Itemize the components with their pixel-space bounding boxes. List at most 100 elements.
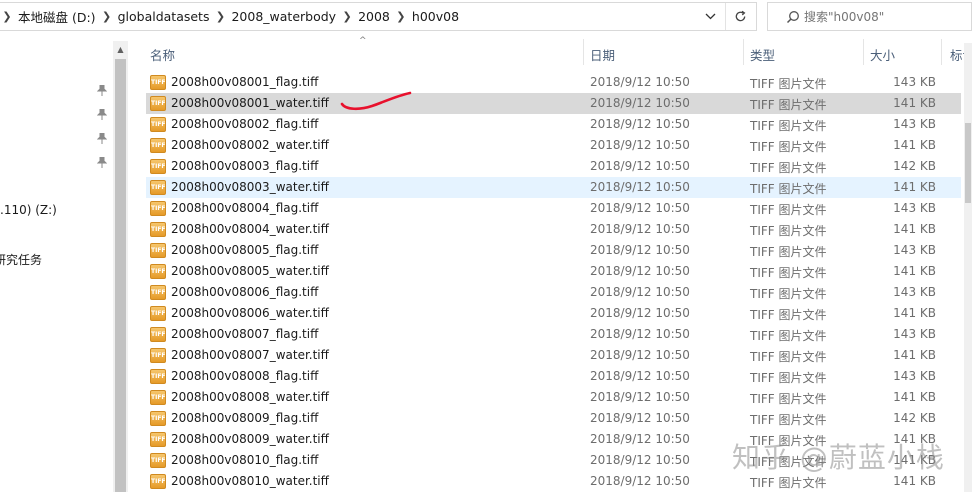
file-size: 141 KB: [893, 180, 936, 194]
file-row[interactable]: TIFF 2008h00v08003_water.tiff 2018/9/12 10…: [146, 177, 961, 198]
file-list-scrollbar-thumb[interactable]: [965, 123, 971, 203]
file-name: 2008h00v08003_flag.tiff: [171, 159, 319, 173]
nav-item-network-drive[interactable]: .110) (Z:): [0, 203, 57, 217]
file-size: 141 KB: [893, 306, 936, 320]
column-header-type[interactable]: 类型: [750, 45, 775, 64]
column-header: ^ 名称 日期 类型 大小 标记: [128, 33, 972, 71]
file-name: 2008h00v08006_flag.tiff: [171, 285, 319, 299]
pin-icon[interactable]: [96, 84, 109, 97]
file-name: 2008h00v08002_water.tiff: [171, 138, 329, 152]
file-row[interactable]: TIFF 2008h00v08008_water.tiff 2018/9/12 10…: [146, 387, 961, 408]
file-date: 2018/9/12 10:50: [590, 432, 690, 446]
file-size: 142 KB: [893, 411, 936, 425]
file-row[interactable]: TIFF 2008h00v08001_water.tiff 2018/9/12 10…: [146, 93, 961, 114]
file-name: 2008h00v08010_flag.tiff: [171, 453, 319, 467]
file-size: 141 KB: [893, 222, 936, 236]
chevron-right-icon[interactable]: ❯: [100, 10, 114, 23]
file-size: 141 KB: [893, 390, 936, 404]
file-row[interactable]: TIFF 2008h00v08009_flag.tiff 2018/9/12 10:…: [146, 408, 961, 429]
nav-scrollbar-thumb[interactable]: [115, 59, 126, 492]
column-divider[interactable]: [941, 39, 942, 65]
tiff-file-icon: TIFF: [150, 369, 166, 384]
column-header-date[interactable]: 日期: [590, 45, 615, 64]
file-row[interactable]: TIFF 2008h00v08008_flag.tiff 2018/9/12 10:…: [146, 366, 961, 387]
tiff-file-icon: TIFF: [150, 411, 166, 426]
file-row[interactable]: TIFF 2008h00v08003_flag.tiff 2018/9/12 10:…: [146, 156, 961, 177]
file-size: 143 KB: [893, 327, 936, 341]
chevron-right-icon[interactable]: ❯: [213, 10, 227, 23]
breadcrumb-item-drive[interactable]: 本地磁盘 (D:): [14, 7, 100, 26]
tiff-file-icon: TIFF: [150, 75, 166, 90]
file-row[interactable]: TIFF 2008h00v08001_flag.tiff 2018/9/12 10:…: [146, 72, 961, 93]
address-bar[interactable]: ❯ 本地磁盘 (D:) ❯ globaldatasets ❯ 2008_wate…: [0, 2, 757, 31]
column-divider[interactable]: [583, 39, 584, 65]
file-name: 2008h00v08001_water.tiff: [171, 96, 329, 110]
tiff-file-icon: TIFF: [150, 285, 166, 300]
file-row[interactable]: TIFF 2008h00v08002_flag.tiff 2018/9/12 10:…: [146, 114, 961, 135]
file-type: TIFF 图片文件: [750, 161, 827, 175]
pin-icon[interactable]: [96, 108, 109, 121]
file-date: 2018/9/12 10:50: [590, 264, 690, 278]
search-icon: [786, 10, 799, 23]
column-divider[interactable]: [863, 39, 864, 65]
file-row[interactable]: TIFF 2008h00v08005_flag.tiff 2018/9/12 10:…: [146, 240, 961, 261]
column-header-size[interactable]: 大小: [870, 45, 895, 64]
pin-icon[interactable]: [96, 156, 109, 169]
file-type: TIFF 图片文件: [750, 350, 827, 364]
file-type: TIFF 图片文件: [750, 308, 827, 322]
file-date: 2018/9/12 10:50: [590, 159, 690, 173]
file-row[interactable]: TIFF 2008h00v08007_flag.tiff 2018/9/12 10:…: [146, 324, 961, 345]
breadcrumb-root: ❯: [0, 3, 14, 30]
file-date: 2018/9/12 10:50: [590, 117, 690, 131]
file-row[interactable]: TIFF 2008h00v08006_water.tiff 2018/9/12 10…: [146, 303, 961, 324]
file-type: TIFF 图片文件: [750, 371, 827, 385]
pin-icon[interactable]: [96, 132, 109, 145]
file-type: TIFF 图片文件: [750, 329, 827, 343]
breadcrumb-item-waterbody[interactable]: 2008_waterbody: [227, 9, 340, 24]
breadcrumb-item-current[interactable]: h00v08: [408, 9, 463, 24]
address-history-button[interactable]: [698, 3, 722, 30]
file-type: TIFF 图片文件: [750, 98, 827, 112]
file-type: TIFF 图片文件: [750, 77, 827, 91]
file-size: 141 KB: [893, 474, 936, 488]
file-name: 2008h00v08008_water.tiff: [171, 390, 329, 404]
column-divider[interactable]: [743, 39, 744, 65]
chevron-right-icon[interactable]: ❯: [0, 10, 14, 23]
chevron-right-icon[interactable]: ❯: [394, 10, 408, 23]
file-type: TIFF 图片文件: [750, 224, 827, 238]
refresh-button[interactable]: [725, 3, 755, 30]
file-date: 2018/9/12 10:50: [590, 390, 690, 404]
tiff-file-icon: TIFF: [150, 474, 166, 489]
tiff-file-icon: TIFF: [150, 432, 166, 447]
tiff-file-icon: TIFF: [150, 159, 166, 174]
tiff-file-icon: TIFF: [150, 453, 166, 468]
file-row[interactable]: TIFF 2008h00v08004_water.tiff 2018/9/12 10…: [146, 219, 961, 240]
search-input[interactable]: [804, 9, 964, 24]
file-name: 2008h00v08004_water.tiff: [171, 222, 329, 236]
chevron-right-icon[interactable]: ❯: [340, 10, 354, 23]
red-underline-annotation: [340, 91, 412, 111]
file-date: 2018/9/12 10:50: [590, 411, 690, 425]
file-row[interactable]: TIFF 2008h00v08004_flag.tiff 2018/9/12 10:…: [146, 198, 961, 219]
file-date: 2018/9/12 10:50: [590, 96, 690, 110]
file-name: 2008h00v08001_flag.tiff: [171, 75, 319, 89]
file-row[interactable]: TIFF 2008h00v08005_water.tiff 2018/9/12 10…: [146, 261, 961, 282]
file-name: 2008h00v08010_water.tiff: [171, 474, 329, 488]
scroll-up-arrow-icon[interactable]: ▲: [113, 41, 128, 58]
search-box[interactable]: [767, 2, 972, 31]
file-row[interactable]: TIFF 2008h00v08007_water.tiff 2018/9/12 10…: [146, 345, 961, 366]
breadcrumb-item-globaldatasets[interactable]: globaldatasets: [114, 9, 214, 24]
nav-item-research-tasks[interactable]: 研究任务: [0, 251, 42, 268]
nav-scrollbar[interactable]: ▲: [113, 41, 128, 492]
file-size: 141 KB: [893, 348, 936, 362]
file-date: 2018/9/12 10:50: [590, 75, 690, 89]
file-size: 141 KB: [893, 264, 936, 278]
file-name: 2008h00v08004_flag.tiff: [171, 201, 319, 215]
address-row: ❯ 本地磁盘 (D:) ❯ globaldatasets ❯ 2008_wate…: [0, 0, 972, 33]
breadcrumb-item-year[interactable]: 2008: [354, 9, 394, 24]
column-header-name[interactable]: 名称: [150, 45, 175, 64]
file-list-scrollbar[interactable]: [964, 43, 972, 492]
file-row[interactable]: TIFF 2008h00v08006_flag.tiff 2018/9/12 10:…: [146, 282, 961, 303]
file-type: TIFF 图片文件: [750, 287, 827, 301]
file-row[interactable]: TIFF 2008h00v08002_water.tiff 2018/9/12 10…: [146, 135, 961, 156]
